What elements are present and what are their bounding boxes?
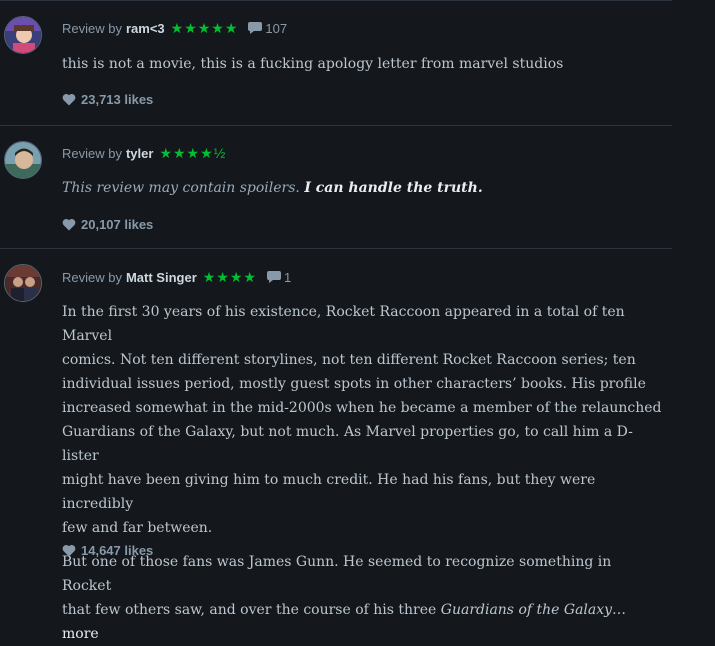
review-line: might have been giving him to much credi…: [62, 472, 596, 512]
like-count[interactable]: 20,107 likes: [62, 214, 153, 234]
film-title: Guardians of the Galaxy: [440, 602, 613, 618]
review-paragraph: In the first 30 years of his existence, …: [62, 300, 662, 540]
star-rating: ★★★★½: [159, 144, 227, 161]
spoiler-notice: This review may contain spoilers.: [62, 180, 300, 196]
review-line: increased somewhat in the mid-2000s when…: [62, 400, 662, 416]
comment-count: 1: [283, 269, 292, 285]
review-paragraph: this is not a movie, this is a fucking a…: [62, 56, 564, 72]
review-line: Guardians of the Galaxy, but not much. A…: [62, 424, 633, 464]
reveal-spoiler-link[interactable]: I can handle the truth.: [304, 180, 482, 196]
ellipsis: …: [612, 602, 627, 618]
review-line: that few others saw, and over the course…: [62, 602, 441, 618]
top-divider: [0, 0, 672, 1]
review-header: Review by Matt Singer ★★★★ 1: [62, 267, 291, 287]
speech-bubble-icon: [266, 271, 281, 283]
likes-label: 14,647 likes: [81, 542, 154, 558]
heart-icon: [62, 218, 76, 230]
comment-count-link[interactable]: 107: [248, 21, 287, 36]
comment-count-link[interactable]: 1: [266, 269, 292, 285]
likes-label: 20,107 likes: [81, 216, 154, 232]
speech-bubble-icon: [248, 22, 263, 34]
star-rating: ★★★★★: [170, 19, 239, 36]
review-line: individual issues period, mostly guest s…: [62, 376, 646, 392]
review-line: few and far between.: [62, 520, 213, 536]
avatar[interactable]: [4, 141, 42, 179]
reviewer-name[interactable]: Matt Singer: [126, 270, 197, 285]
review-by-label: Review by: [62, 269, 122, 285]
review-line: comics. Not ten different storylines, no…: [62, 352, 636, 368]
review-text: In the first 30 years of his existence, …: [62, 300, 662, 646]
reviewer-name[interactable]: ram<3: [126, 21, 165, 36]
star-rating: ★★★★: [202, 268, 257, 285]
review-line: In the first 30 years of his existence, …: [62, 304, 625, 344]
review-text: this is not a movie, this is a fucking a…: [62, 52, 662, 76]
reviewer-name[interactable]: tyler: [126, 146, 153, 161]
review-paragraph: But one of those fans was James Gunn. He…: [62, 550, 662, 646]
comment-count: 107: [265, 20, 288, 36]
review-text: This review may contain spoilers. I can …: [62, 176, 662, 200]
spoiler-warning: This review may contain spoilers. I can …: [62, 176, 662, 200]
avatar[interactable]: [4, 16, 42, 54]
more-link[interactable]: more: [62, 626, 99, 642]
likes-label: 23,713 likes: [81, 91, 154, 107]
divider: [0, 248, 672, 249]
like-count[interactable]: 23,713 likes: [62, 89, 153, 109]
review-header: Review by ram<3 ★★★★★ 107: [62, 18, 287, 38]
like-count[interactable]: 14,647 likes: [62, 540, 153, 560]
review-header: Review by tyler ★★★★½: [62, 143, 226, 163]
heart-icon: [62, 544, 76, 556]
review-line: But one of those fans was James Gunn. He…: [62, 554, 612, 594]
avatar[interactable]: [4, 264, 42, 302]
review-by-label: Review by: [62, 20, 122, 36]
heart-icon: [62, 93, 76, 105]
divider: [0, 125, 672, 126]
review-by-label: Review by: [62, 145, 122, 161]
